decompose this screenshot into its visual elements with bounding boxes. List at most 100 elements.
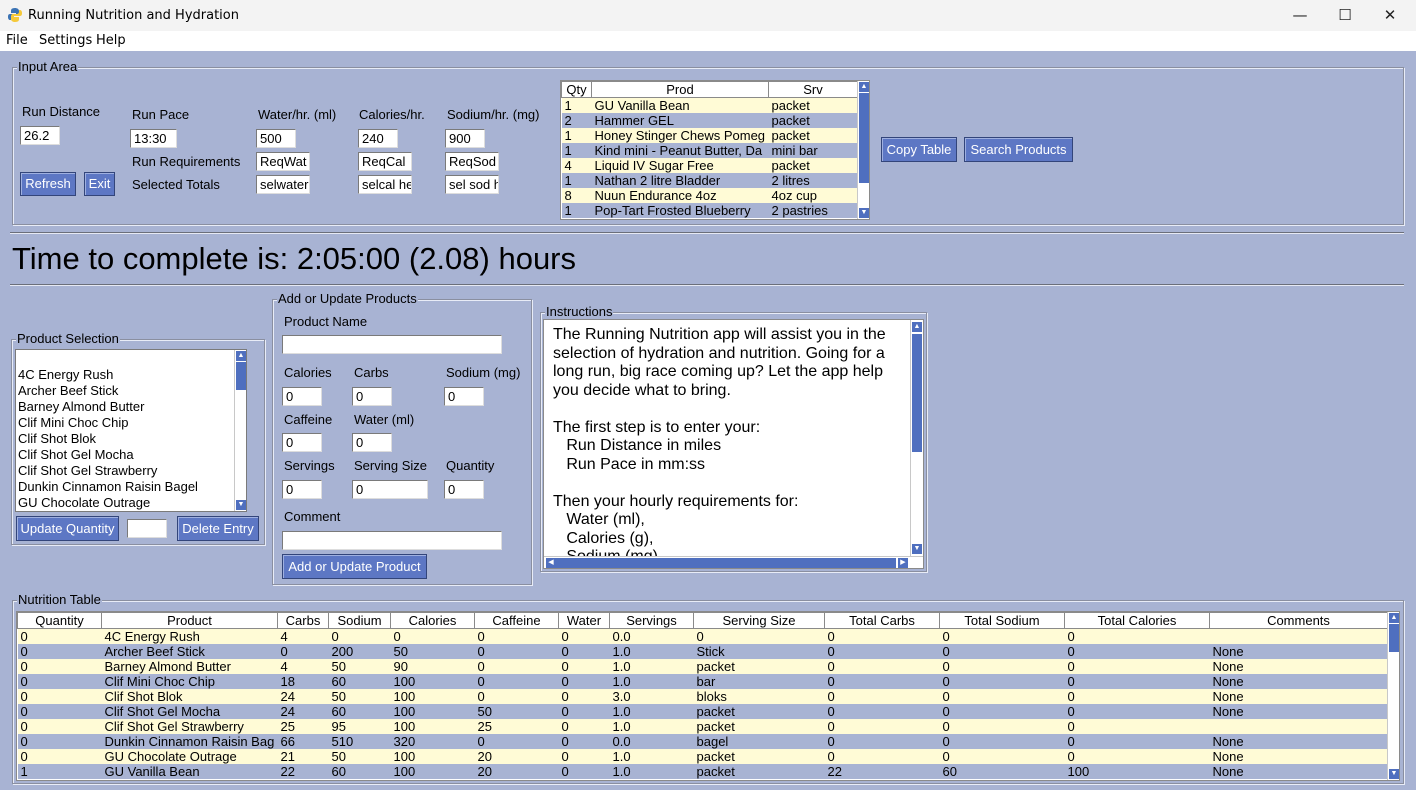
scroll-down-icon[interactable]: ▼ xyxy=(1389,769,1399,779)
table-row[interactable]: 0 GU Chocolate Outrage 21 50 100 20 0 1.0 packet… xyxy=(17,749,1388,764)
scroll-left-icon[interactable]: ◀ xyxy=(546,558,556,568)
water-input[interactable]: 0 xyxy=(352,433,392,452)
scroll-up-icon[interactable]: ▲ xyxy=(1389,613,1399,623)
quantity-input[interactable]: 0 xyxy=(444,480,484,499)
comment-input[interactable] xyxy=(282,531,502,550)
list-item[interactable] xyxy=(16,351,246,367)
serving-size-input[interactable]: 0 xyxy=(352,480,428,499)
product-name-input[interactable] xyxy=(282,335,502,354)
run-pace-input[interactable]: 13:30 xyxy=(130,129,177,148)
column-header[interactable]: Total Carbs xyxy=(824,612,940,629)
scroll-down-icon[interactable]: ▼ xyxy=(859,208,869,218)
table-row[interactable]: 4 Liquid IV Sugar Free packet xyxy=(561,158,858,173)
column-header[interactable]: Quantity xyxy=(17,612,102,629)
table-row[interactable]: 0 Clif Shot Blok 24 50 100 0 0 3.0 bloks 0 0 0 None xyxy=(17,689,1388,704)
selected-table-scrollbar[interactable]: ▲ ▼ xyxy=(857,81,869,219)
table-row[interactable]: 8 Nuun Endurance 4oz 4oz cup xyxy=(561,188,858,203)
table-row[interactable]: 0 Dunkin Cinnamon Raisin Bag 66 510 320 0 0 0.0… xyxy=(17,734,1388,749)
minimize-button[interactable]: — xyxy=(1277,0,1323,31)
column-header[interactable]: Servings xyxy=(609,612,694,629)
carbs-input[interactable]: 0 xyxy=(352,387,392,406)
list-item[interactable]: Clif Shot Gel Mocha xyxy=(16,447,246,463)
scroll-up-icon[interactable]: ▲ xyxy=(236,351,246,361)
water-per-hour-input[interactable]: 500 xyxy=(256,129,296,148)
table-row[interactable]: 0 Clif Mini Choc Chip 18 60 100 0 0 1.0 bar 0 0 0 No… xyxy=(17,674,1388,689)
column-header[interactable]: Qty xyxy=(561,81,592,98)
scroll-up-icon[interactable]: ▲ xyxy=(912,322,922,332)
menu-settings[interactable]: Settings xyxy=(39,33,92,48)
add-update-product-button[interactable]: Add or Update Product xyxy=(282,554,427,579)
scroll-thumb[interactable] xyxy=(912,334,922,452)
column-header[interactable]: Product xyxy=(101,612,278,629)
table-row[interactable]: 1 Pop-Tart Frosted Blueberry 2 pastries xyxy=(561,203,858,218)
table-row[interactable]: 0 Barney Almond Butter 4 50 90 0 0 1.0 packet 0 0 0… xyxy=(17,659,1388,674)
list-item[interactable]: Dunkin Cinnamon Raisin Bagel xyxy=(16,479,246,495)
scroll-down-icon[interactable]: ▼ xyxy=(912,544,922,554)
servings-input[interactable]: 0 xyxy=(282,480,322,499)
table-row[interactable]: 1 Honey Stinger Chews Pomeg packet xyxy=(561,128,858,143)
table-cell: 60 xyxy=(328,764,391,779)
list-item[interactable]: Archer Beef Stick xyxy=(16,383,246,399)
list-item[interactable]: Clif Mini Choc Chip xyxy=(16,415,246,431)
table-cell: 0 xyxy=(939,734,1065,749)
update-quantity-button[interactable]: Update Quantity xyxy=(16,516,119,541)
table-row[interactable]: 0 Archer Beef Stick 0 200 50 0 0 1.0 Stick 0 0 0 Non… xyxy=(17,644,1388,659)
product-selection-listbox[interactable]: 4C Energy Rush Archer Beef Stick Barney Al… xyxy=(15,349,247,512)
sodium-per-hour-input[interactable]: 900 xyxy=(445,129,485,148)
column-header[interactable]: Srv xyxy=(768,81,858,98)
table-cell: 4oz cup xyxy=(768,188,858,203)
scroll-thumb[interactable] xyxy=(1389,624,1399,652)
close-button[interactable]: ✕ xyxy=(1367,0,1413,31)
column-header[interactable]: Caffeine xyxy=(474,612,559,629)
column-header[interactable]: Prod xyxy=(591,81,769,98)
scroll-thumb[interactable] xyxy=(859,93,869,183)
product-list-scrollbar[interactable]: ▲ ▼ xyxy=(234,350,246,511)
table-row[interactable]: 1 GU Vanilla Bean 22 60 100 20 0 1.0 packet 22 60 1… xyxy=(17,764,1388,779)
table-row[interactable]: 0 4C Energy Rush 4 0 0 0 0 0.0 0 0 0 0 xyxy=(17,628,1388,644)
column-header[interactable]: Water xyxy=(558,612,610,629)
table-row[interactable]: 1 GU Vanilla Bean packet xyxy=(561,97,858,113)
menu-file[interactable]: File xyxy=(6,33,28,48)
scroll-right-icon[interactable]: ▶ xyxy=(898,558,908,568)
column-header[interactable]: Comments xyxy=(1209,612,1388,629)
column-header[interactable]: Calories xyxy=(390,612,475,629)
instructions-vertical-scrollbar[interactable]: ▲ ▼ xyxy=(910,320,923,556)
scroll-down-icon[interactable]: ▼ xyxy=(236,500,246,510)
column-header[interactable]: Serving Size xyxy=(693,612,825,629)
nutrition-table-scrollbar[interactable]: ▲ ▼ xyxy=(1387,612,1399,780)
table-row[interactable]: 0 Clif Shot Gel Strawberry 25 95 100 25 0 1.0 pa… xyxy=(17,719,1388,734)
table-row[interactable]: 2 Hammer GEL packet xyxy=(561,113,858,128)
scroll-up-icon[interactable]: ▲ xyxy=(859,82,869,92)
instructions-horizontal-scrollbar[interactable]: ◀ ▶ xyxy=(544,556,923,568)
scroll-thumb[interactable] xyxy=(556,558,896,568)
table-row[interactable]: 1 Nathan 2 litre Bladder 2 litres xyxy=(561,173,858,188)
maximize-button[interactable]: ☐ xyxy=(1322,0,1368,31)
sodium-input[interactable]: 0 xyxy=(444,387,484,406)
list-item[interactable]: Clif Shot Blok xyxy=(16,431,246,447)
copy-table-button[interactable]: Copy Table xyxy=(881,137,957,162)
search-products-button[interactable]: Search Products xyxy=(964,137,1073,162)
update-quantity-input[interactable] xyxy=(127,519,167,538)
table-cell: 0 xyxy=(1064,749,1210,764)
calories-input[interactable]: 0 xyxy=(282,387,322,406)
list-item[interactable]: Clif Shot Gel Strawberry xyxy=(16,463,246,479)
caffeine-input[interactable]: 0 xyxy=(282,433,322,452)
column-header[interactable]: Total Sodium xyxy=(939,612,1065,629)
table-row[interactable]: 0 Clif Shot Gel Mocha 24 60 100 50 0 1.0 packet 0… xyxy=(17,704,1388,719)
table-row[interactable]: 1 Kind mini - Peanut Butter, Da mini bar xyxy=(561,143,858,158)
exit-button[interactable]: Exit xyxy=(84,172,115,196)
table-cell: 1.0 xyxy=(609,719,694,734)
delete-entry-button[interactable]: Delete Entry xyxy=(177,516,259,541)
instructions-textbox[interactable]: The Running Nutrition app will assist yo… xyxy=(543,319,924,569)
scroll-thumb[interactable] xyxy=(236,362,246,390)
menu-help[interactable]: Help xyxy=(96,33,126,48)
column-header[interactable]: Total Calories xyxy=(1064,612,1210,629)
list-item[interactable]: GU Chocolate Outrage xyxy=(16,495,246,511)
list-item[interactable]: Barney Almond Butter xyxy=(16,399,246,415)
run-distance-input[interactable]: 26.2 xyxy=(20,126,60,145)
list-item[interactable]: 4C Energy Rush xyxy=(16,367,246,383)
calories-per-hour-input[interactable]: 240 xyxy=(358,129,398,148)
refresh-button[interactable]: Refresh xyxy=(20,172,76,196)
column-header[interactable]: Sodium xyxy=(328,612,391,629)
column-header[interactable]: Carbs xyxy=(277,612,329,629)
